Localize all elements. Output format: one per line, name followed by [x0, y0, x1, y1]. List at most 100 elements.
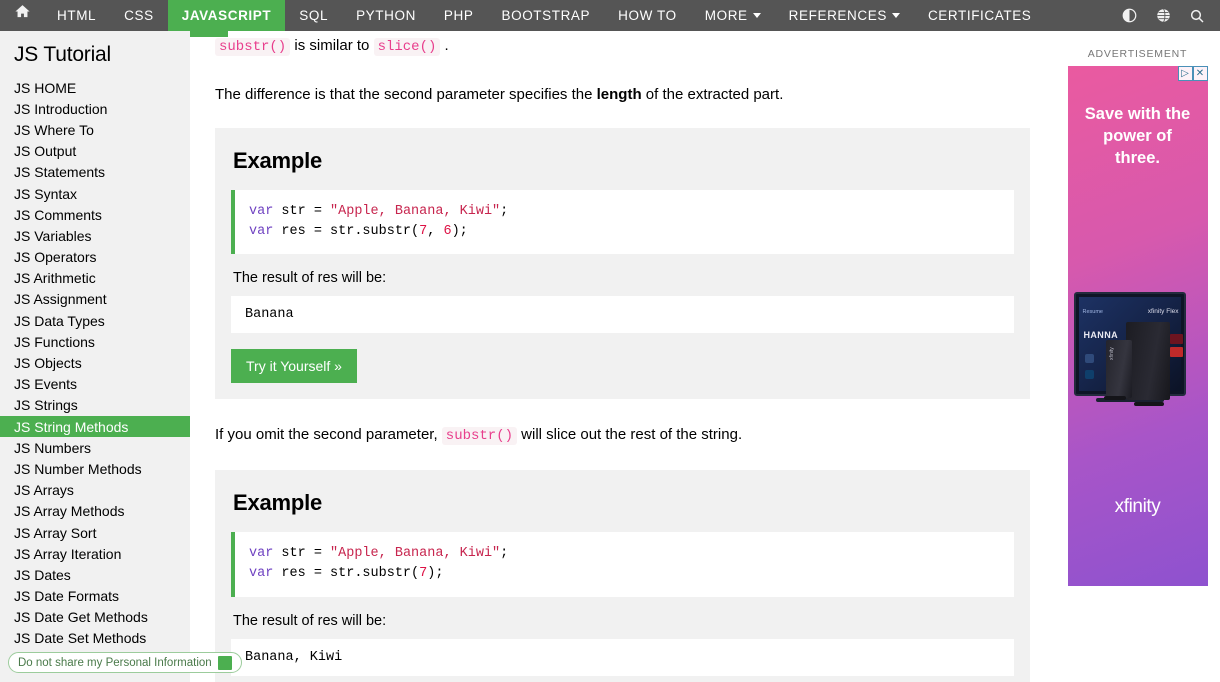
top-navigation-bar: HTML CSS JAVASCRIPT SQL PYTHON PHP BOOTSTRAP HO…	[0, 0, 1220, 31]
code2-end2: );	[427, 566, 444, 582]
nav-item-references[interactable]: REFERENCES	[775, 0, 914, 31]
privacy-choices-icon	[217, 655, 232, 670]
sidebar-item-js-date-formats[interactable]: JS Date Formats	[0, 586, 190, 607]
sidebar-item-js-array-methods[interactable]: JS Array Methods	[0, 501, 190, 522]
scrolled-button-sliver	[190, 31, 228, 37]
code2-end1: ;	[500, 546, 509, 562]
tv-app-icon	[1084, 370, 1094, 379]
sidebar-item-js-assignment[interactable]: JS Assignment	[0, 289, 190, 310]
sidebar-item-js-variables[interactable]: JS Variables	[0, 225, 190, 246]
sidebar-item-js-output[interactable]: JS Output	[0, 141, 190, 162]
code1-num2: 6	[443, 224, 452, 240]
sidebar-item-js-arrays[interactable]: JS Arrays	[0, 480, 190, 501]
code2-string: "Apple, Banana, Kiwi"	[330, 546, 501, 562]
sidebar-item-js-comments[interactable]: JS Comments	[0, 204, 190, 225]
advertisement-unit[interactable]: ▷ ✕ Save with the power of three. Resume…	[1067, 66, 1208, 586]
difference-text-before: The difference is that the second parame…	[215, 85, 597, 103]
tv-topbar-label: Resume	[1082, 309, 1103, 315]
example-title-2: Example	[233, 490, 323, 516]
inline-code-substr: substr()	[215, 38, 291, 56]
sidebar-item-js-number-methods[interactable]: JS Number Methods	[0, 458, 190, 479]
ad-brand-logo: xfinity	[1114, 496, 1161, 517]
chevron-down-icon	[891, 13, 900, 18]
nav-item-more[interactable]: MORE	[691, 0, 775, 31]
advertisement-label: ADVERTISEMENT	[1087, 48, 1188, 60]
tv-tile	[1169, 347, 1183, 357]
code1-mid2: res = str.substr(	[273, 224, 420, 240]
sidebar-item-js-events[interactable]: JS Events	[0, 374, 190, 395]
sidebar-item-js-operators[interactable]: JS Operators	[0, 247, 190, 268]
nav-home-link[interactable]	[0, 0, 43, 31]
code2-kw2: var	[249, 566, 274, 582]
home-icon	[14, 0, 31, 31]
nav-item-certificates[interactable]: CERTIFICATES	[914, 0, 1045, 31]
example-box-1: Example var str = "Apple, Banana, Kiwi";…	[215, 127, 1030, 400]
sidebar-link-list: JS HOME JS Introduction JS Where To JS Outp…	[0, 77, 190, 649]
privacy-choices-label: Do not share my Personal Information	[18, 656, 212, 669]
code1-kw1: var	[249, 203, 274, 219]
set-top-box-label: xfinity	[1108, 347, 1115, 360]
tv-app-icon	[1084, 354, 1094, 363]
difference-text-bold: length	[596, 85, 642, 103]
sidebar-item-js-introduction[interactable]: JS Introduction	[0, 98, 190, 119]
omit-paragraph: If you omit the second parameter, substr…	[215, 399, 1030, 448]
sidebar-item-js-home[interactable]: JS HOME	[0, 77, 190, 98]
sidebar-item-js-date-get-methods[interactable]: JS Date Get Methods	[0, 607, 190, 628]
set-top-box-front: xfinity	[1105, 340, 1132, 398]
privacy-choices-button[interactable]: Do not share my Personal Information	[8, 652, 242, 673]
sidebar-item-js-where-to[interactable]: JS Where To	[0, 119, 190, 140]
sidebar-title: JS Tutorial	[14, 43, 112, 66]
left-sidebar: JS Tutorial JS HOME JS Introduction JS Whe…	[0, 31, 190, 682]
nav-item-bootstrap[interactable]: BOOTSTRAP	[487, 0, 604, 31]
sidebar-item-js-syntax[interactable]: JS Syntax	[0, 183, 190, 204]
code1-end2: );	[451, 224, 468, 240]
example-title-1: Example	[233, 147, 323, 173]
sidebar-item-js-array-sort[interactable]: JS Array Sort	[0, 522, 190, 543]
set-top-box-rear	[1125, 322, 1170, 400]
nav-item-css[interactable]: CSS	[110, 0, 168, 31]
intro-paragraph: substr() is similar to slice() .	[215, 31, 1030, 59]
nav-item-python[interactable]: PYTHON	[342, 0, 430, 31]
sidebar-item-js-functions[interactable]: JS Functions	[0, 331, 190, 352]
ad-choices-icon[interactable]: ▷	[1177, 66, 1193, 81]
sidebar-item-js-objects[interactable]: JS Objects	[0, 352, 190, 373]
result-box-2: Banana, Kiwi	[231, 638, 1014, 676]
translate-globe-icon[interactable]	[1146, 0, 1180, 31]
nav-right-icons	[1112, 0, 1220, 31]
omit-text-after: will slice out the rest of the string.	[517, 426, 743, 444]
code1-end1: ;	[500, 203, 509, 219]
example-box-2: Example var str = "Apple, Banana, Kiwi";…	[215, 470, 1030, 682]
difference-text-after: of the extracted part.	[641, 85, 784, 103]
nav-item-sql[interactable]: SQL	[285, 0, 342, 31]
ad-device-image: Resume xfinity Flex HANNA xfinity	[1070, 278, 1206, 448]
search-icon[interactable]	[1180, 0, 1214, 31]
code2-mid2: res = str.substr(	[273, 566, 420, 582]
dark-mode-toggle-icon[interactable]	[1112, 0, 1146, 31]
sidebar-item-js-arithmetic[interactable]: JS Arithmetic	[0, 268, 190, 289]
ad-close-icon[interactable]: ✕	[1192, 66, 1208, 81]
tv-brand-label: xfinity Flex	[1147, 308, 1179, 315]
sidebar-item-js-numbers[interactable]: JS Numbers	[0, 437, 190, 458]
sidebar-item-js-string-methods[interactable]: JS String Methods	[0, 416, 190, 438]
sidebar-item-js-date-set-methods[interactable]: JS Date Set Methods	[0, 628, 190, 649]
sidebar-item-js-statements[interactable]: JS Statements	[0, 162, 190, 183]
chevron-down-icon	[752, 13, 761, 18]
sidebar-item-js-dates[interactable]: JS Dates	[0, 564, 190, 585]
tv-tile	[1169, 334, 1183, 344]
nav-item-how-to[interactable]: HOW TO	[604, 0, 691, 31]
intro-text-end: .	[440, 37, 449, 54]
sidebar-item-js-strings[interactable]: JS Strings	[0, 395, 190, 416]
nav-item-php[interactable]: PHP	[430, 0, 488, 31]
nav-item-html[interactable]: HTML	[43, 0, 110, 31]
set-top-box-foot	[1133, 402, 1164, 406]
code2-mid1: str =	[273, 546, 331, 562]
code-block-2: var str = "Apple, Banana, Kiwi"; var res…	[231, 532, 1014, 597]
nav-item-javascript[interactable]: JAVASCRIPT	[167, 0, 286, 31]
intro-text-mid: is similar to	[290, 37, 374, 54]
sidebar-item-js-data-types[interactable]: JS Data Types	[0, 310, 190, 331]
sidebar-item-js-array-iteration[interactable]: JS Array Iteration	[0, 543, 190, 564]
tv-title-label: HANNA	[1083, 330, 1118, 340]
set-top-box-foot	[1103, 396, 1126, 400]
code2-kw1: var	[249, 546, 274, 562]
try-it-yourself-button-1[interactable]: Try it Yourself »	[231, 349, 357, 384]
